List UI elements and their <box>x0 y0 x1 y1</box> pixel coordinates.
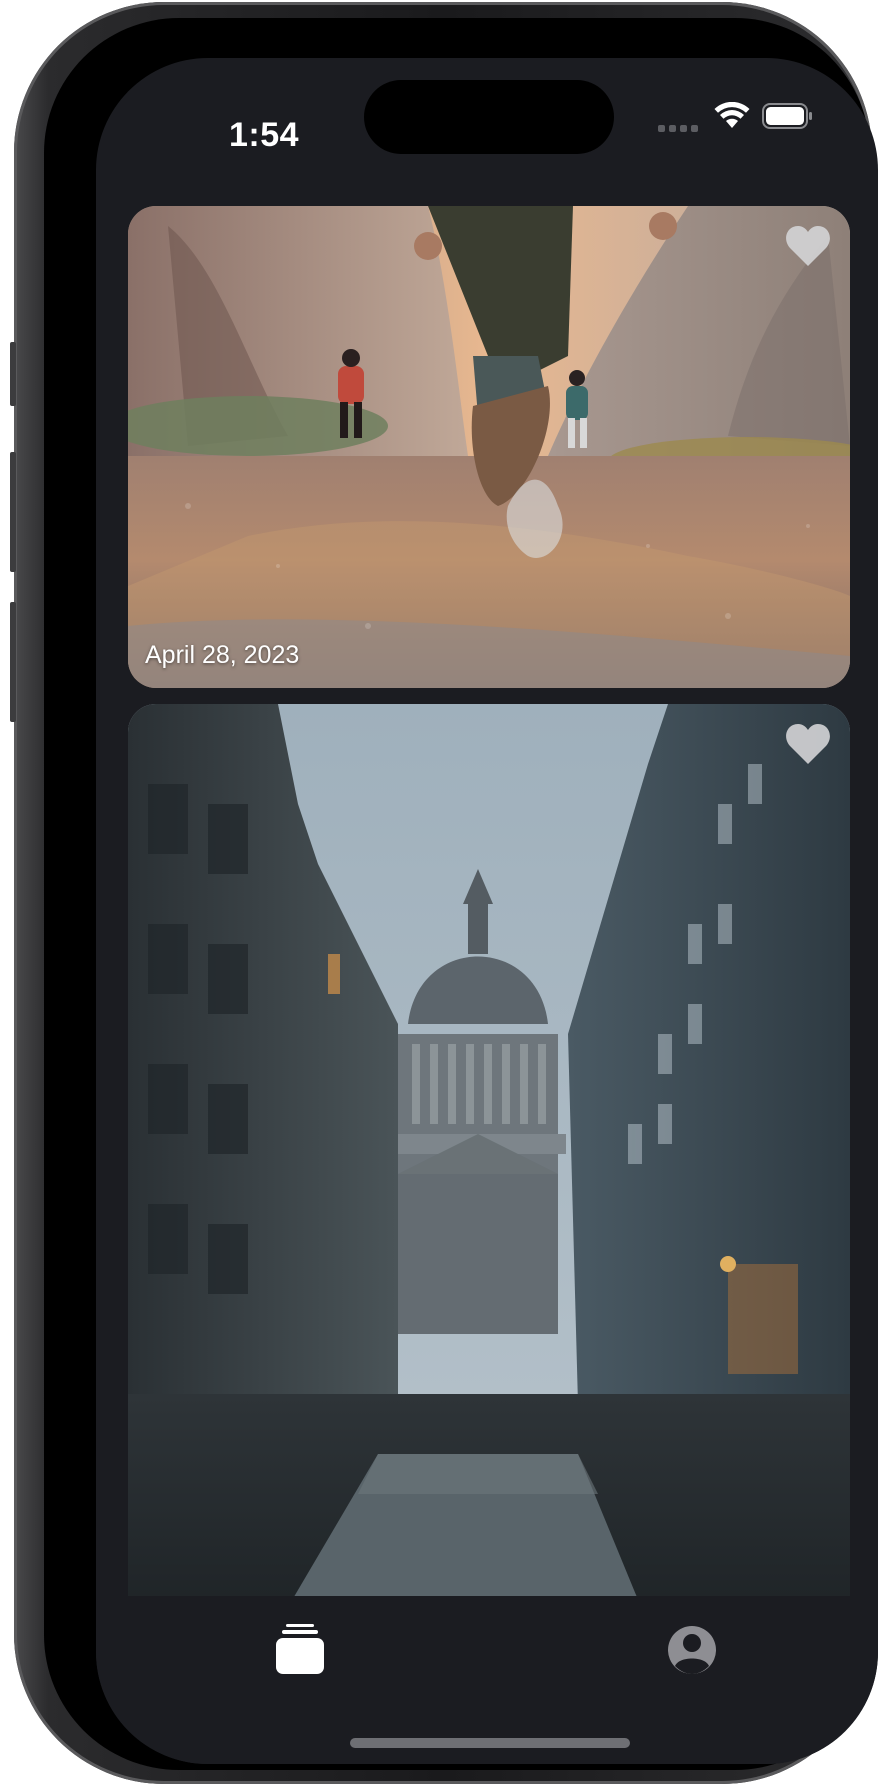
dynamic-island <box>364 80 614 154</box>
battery-icon <box>762 103 812 129</box>
status-time: 1:54 <box>228 116 300 154</box>
volume-down-button <box>10 602 16 722</box>
wifi-icon <box>714 102 750 128</box>
heart-icon[interactable] <box>784 722 832 766</box>
screen: 1:54 April 28, 2023 <box>96 58 878 1764</box>
photo-card[interactable] <box>128 704 850 1624</box>
canyon-hikers-photo <box>128 206 850 688</box>
cellular-dots-icon <box>658 122 700 132</box>
photo-card[interactable]: April 28, 2023 <box>128 206 850 688</box>
heart-icon[interactable] <box>784 224 832 268</box>
home-indicator[interactable] <box>350 1738 630 1748</box>
volume-up-button <box>10 452 16 572</box>
bezel: 1:54 April 28, 2023 <box>44 18 878 1770</box>
photo-date: April 28, 2023 <box>145 641 300 669</box>
pantheon-street-photo <box>128 704 850 1624</box>
stack-icon[interactable] <box>268 1620 332 1680</box>
action-button <box>10 342 16 406</box>
person-circle-icon[interactable] <box>660 1620 724 1680</box>
phone-frame: 1:54 April 28, 2023 <box>10 2 878 1784</box>
